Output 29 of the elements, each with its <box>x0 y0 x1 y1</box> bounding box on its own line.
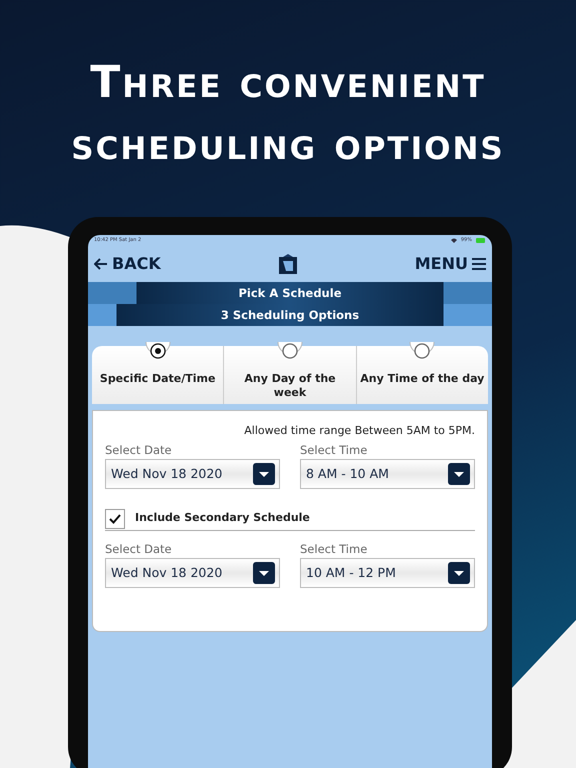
back-arrow-icon <box>94 258 108 270</box>
option-tab[interactable]: Specific Date/Time <box>92 346 224 404</box>
menu-icon <box>472 258 486 270</box>
wifi-icon <box>450 238 457 244</box>
check-icon <box>109 514 121 524</box>
battery-icon <box>476 238 486 244</box>
logo-icon <box>278 254 297 274</box>
field-label: Select Date <box>105 442 173 459</box>
dropdown-field[interactable]: Wed Nov 18 2020 <box>105 558 280 588</box>
menu-button[interactable]: MENU <box>414 252 486 276</box>
option-tab[interactable]: Any Day of the week <box>224 346 357 404</box>
banner-title: Pick A Schedule <box>88 282 492 304</box>
back-button[interactable]: BACK <box>94 252 161 276</box>
banner-title: 3 Scheduling Options <box>88 304 492 326</box>
dropdown-field[interactable]: Wed Nov 18 2020 <box>105 459 280 490</box>
dropdown-field[interactable]: 8 AM - 10 AM <box>300 459 475 490</box>
checkbox-label: Include Secondary Schedule <box>135 510 310 526</box>
caret-icon <box>253 562 275 584</box>
field-label: Select Time <box>300 442 368 459</box>
checkbox[interactable] <box>105 508 125 529</box>
note-text: Allowed time range Between 5AM to 5PM. <box>243 423 475 440</box>
field-label: Select Date <box>105 541 173 558</box>
headline: Three convenient scheduling options <box>70 56 506 172</box>
caret-icon <box>448 562 470 584</box>
field-label: Select Time <box>300 541 368 558</box>
caret-icon <box>448 463 470 486</box>
option-tab[interactable]: Any Time of the day <box>356 346 488 404</box>
caret-icon <box>253 463 275 486</box>
dropdown-field[interactable]: 10 AM - 12 PM <box>300 558 475 588</box>
